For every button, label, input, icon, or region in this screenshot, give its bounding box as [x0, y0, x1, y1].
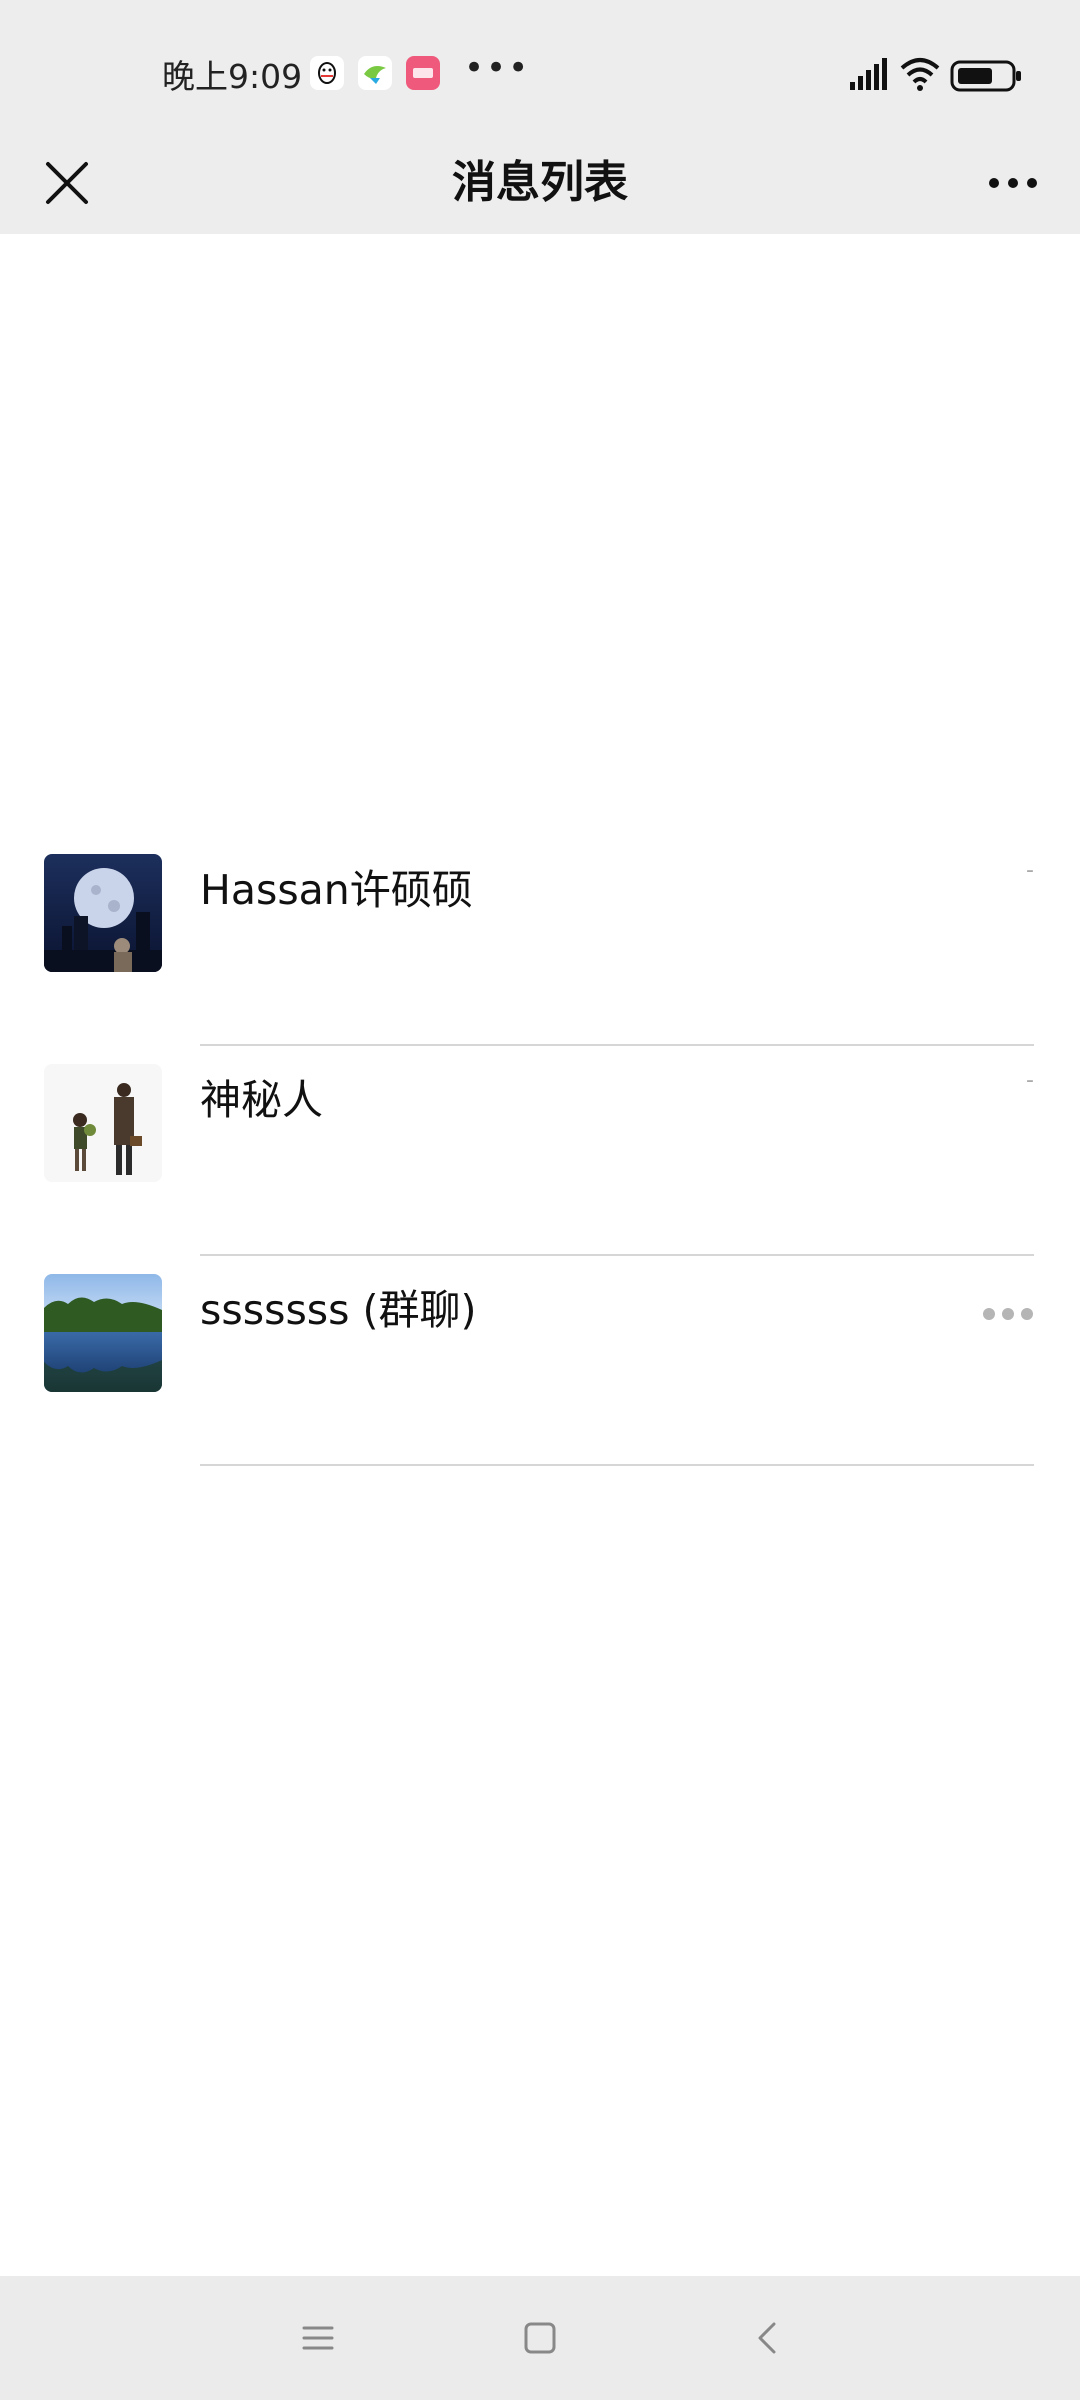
back-icon[interactable] [738, 2308, 798, 2368]
page-title: 消息列表 [452, 157, 628, 208]
chat-name: 神秘人 [200, 1076, 323, 1124]
status-time: 晚上9:09 [162, 57, 303, 96]
bird-icon [358, 56, 392, 90]
battery-icon [950, 60, 1021, 92]
menu-icon[interactable] [288, 2308, 348, 2368]
red-app-icon [406, 56, 440, 90]
list-item[interactable]: sssssss (群聊) [0, 1256, 1080, 1466]
chat-time: - [1026, 1068, 1034, 1093]
lake-forest-avatar [44, 1274, 162, 1392]
moon-city-avatar [44, 854, 162, 972]
status-right [850, 56, 1030, 96]
signal-icon [850, 58, 887, 90]
screen: 晚上9:09 ••• 消息列表 Hassan许硕硕 - 神秘人 - ssssss… [0, 0, 1080, 2400]
chat-list: Hassan许硕硕 - 神秘人 - sssssss (群聊) [0, 836, 1080, 1466]
chat-time: - [1026, 858, 1034, 883]
list-item[interactable]: Hassan许硕硕 - [0, 836, 1080, 1046]
more-horizontal-icon[interactable] [974, 144, 1052, 222]
chat-name: Hassan许硕硕 [200, 866, 473, 914]
system-nav-bar [0, 2276, 1080, 2400]
qq-icon [310, 56, 344, 90]
list-item[interactable]: 神秘人 - [0, 1046, 1080, 1256]
nav-bar: 消息列表 [0, 132, 1080, 234]
home-icon[interactable] [510, 2308, 570, 2368]
divider [200, 1464, 1034, 1466]
leon-avatar [44, 1064, 162, 1182]
wifi-icon [900, 58, 940, 91]
status-bar: 晚上9:09 ••• [0, 0, 1080, 132]
typing-indicator-icon [982, 1306, 1034, 1320]
status-more-icon: ••• [464, 48, 531, 88]
chat-name: sssssss (群聊) [200, 1286, 477, 1334]
